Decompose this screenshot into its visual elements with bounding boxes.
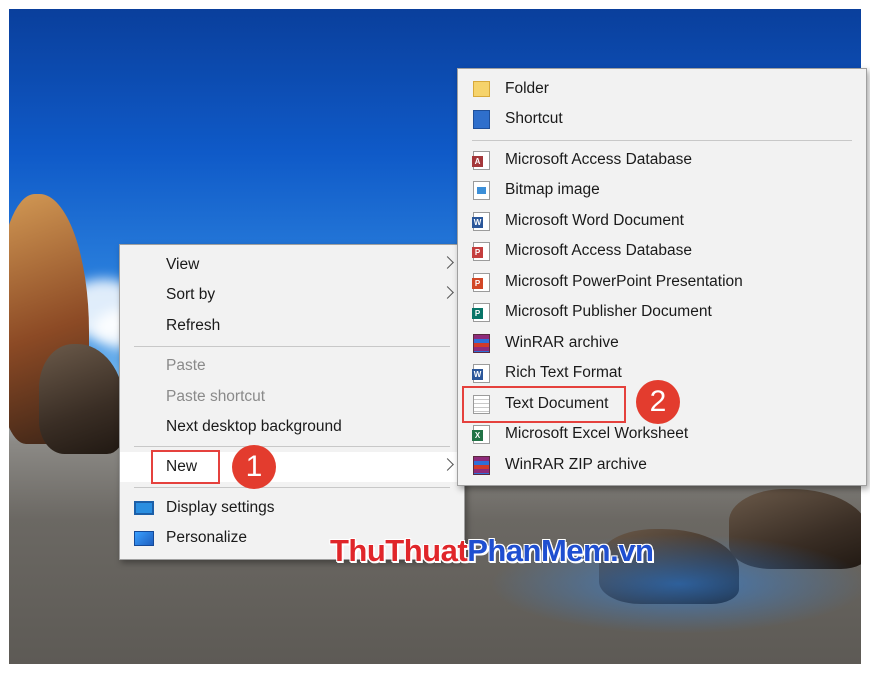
submenu-item-label: WinRAR ZIP archive: [505, 456, 647, 473]
submenu-item-powerpoint[interactable]: P Microsoft PowerPoint Presentation: [458, 267, 866, 297]
winrar-zip-icon: [473, 456, 490, 475]
bitmap-icon: [473, 181, 490, 200]
rtf-icon: W: [472, 364, 490, 383]
submenu-item-label: Microsoft Access Database: [505, 151, 692, 168]
submenu-item-word-document[interactable]: W Microsoft Word Document: [458, 206, 866, 236]
watermark-part2: PhanMem: [467, 533, 611, 568]
highlight-box-new: [151, 450, 220, 484]
highlight-box-text-document: [462, 386, 626, 423]
display-icon: [134, 501, 154, 515]
submenu-item-label: Microsoft Word Document: [505, 212, 684, 229]
folder-icon: [473, 81, 490, 97]
powerpoint-icon: P: [472, 273, 490, 292]
submenu-item-label: Microsoft Excel Worksheet: [505, 425, 689, 442]
submenu-item-shortcut[interactable]: Shortcut: [458, 104, 866, 134]
menu-item-refresh[interactable]: Refresh: [120, 311, 464, 341]
watermark-part1: ThuThuat: [330, 533, 468, 568]
shortcut-icon: [473, 110, 490, 129]
menu-item-label: Personalize: [166, 529, 247, 546]
menu-item-label: Display settings: [166, 499, 275, 516]
menu-item-paste-shortcut[interactable]: Paste shortcut: [120, 382, 464, 412]
menu-item-display-settings[interactable]: Display settings: [120, 493, 464, 523]
menu-item-label: View: [166, 256, 200, 273]
menu-item-next-desktop-background[interactable]: Next desktop background: [120, 412, 464, 442]
menu-separator: [134, 346, 450, 347]
rock-formation: [39, 344, 124, 454]
winrar-icon: [473, 334, 490, 353]
watermark-part3: .vn: [610, 533, 654, 568]
menu-item-label: Paste shortcut: [166, 388, 266, 405]
word-icon: W: [472, 212, 490, 231]
submenu-item-label: Microsoft Publisher Document: [505, 303, 712, 320]
site-watermark: ThuThuatPhanMem.vn: [330, 533, 654, 569]
menu-separator: [472, 140, 852, 141]
submenu-item-folder[interactable]: Folder: [458, 74, 866, 104]
personalize-icon: [134, 531, 154, 546]
submenu-item-bitmap-image[interactable]: Bitmap image: [458, 175, 866, 205]
menu-item-label: Paste: [166, 357, 206, 374]
submenu-item-label: Rich Text Format: [505, 364, 622, 381]
submenu-item-winrar-zip[interactable]: WinRAR ZIP archive: [458, 450, 866, 480]
submenu-item-label: WinRAR archive: [505, 334, 619, 351]
submenu-item-label: Shortcut: [505, 110, 563, 127]
publisher-icon: P: [472, 303, 490, 322]
submenu-item-winrar-archive[interactable]: WinRAR archive: [458, 328, 866, 358]
chevron-right-icon: [441, 458, 454, 471]
submenu-item-access-database-2[interactable]: P Microsoft Access Database: [458, 236, 866, 266]
menu-item-sort-by[interactable]: Sort by: [120, 280, 464, 310]
chevron-right-icon: [441, 286, 454, 299]
access-icon: A: [472, 151, 490, 170]
menu-item-view[interactable]: View: [120, 250, 464, 280]
submenu-item-label: Folder: [505, 80, 549, 97]
excel-icon: X: [472, 425, 490, 444]
menu-item-paste[interactable]: Paste: [120, 351, 464, 381]
access-icon: P: [472, 242, 490, 261]
menu-separator: [134, 487, 450, 488]
submenu-item-label: Microsoft PowerPoint Presentation: [505, 273, 743, 290]
submenu-item-label: Bitmap image: [505, 181, 600, 198]
submenu-item-label: Microsoft Access Database: [505, 242, 692, 259]
menu-item-label: Refresh: [166, 317, 221, 334]
submenu-item-access-database[interactable]: A Microsoft Access Database: [458, 145, 866, 175]
chevron-right-icon: [441, 256, 454, 269]
menu-item-label: Sort by: [166, 286, 216, 303]
menu-item-label: Next desktop background: [166, 418, 342, 435]
submenu-item-publisher[interactable]: P Microsoft Publisher Document: [458, 297, 866, 327]
step-marker-1: 1: [232, 445, 276, 489]
desktop-context-menu: View Sort by Refresh Paste Paste shortcu…: [119, 244, 465, 560]
menu-separator: [134, 446, 450, 447]
step-marker-2: 2: [636, 380, 680, 424]
